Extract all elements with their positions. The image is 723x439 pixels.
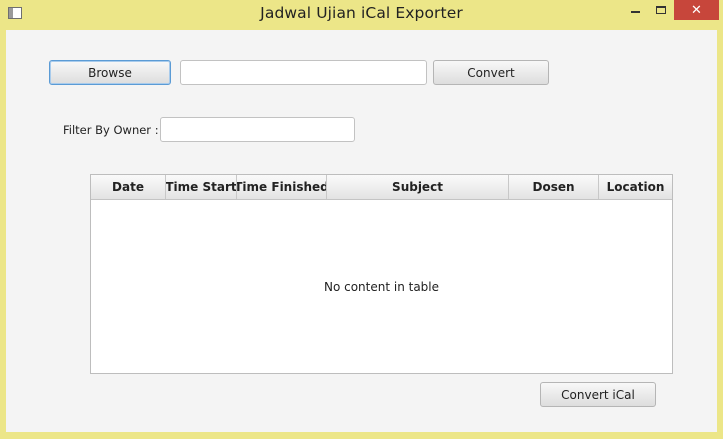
column-header-time-start[interactable]: Time Start — [166, 175, 237, 199]
column-header-date[interactable]: Date — [91, 175, 166, 199]
table-header: Date Time Start Time Finished Subject Do… — [91, 175, 672, 200]
column-header-subject[interactable]: Subject — [327, 175, 509, 199]
column-header-time-finished[interactable]: Time Finished — [237, 175, 327, 199]
filter-owner-label: Filter By Owner : — [63, 123, 159, 137]
maximize-icon — [656, 6, 666, 14]
file-path-input[interactable] — [180, 60, 427, 85]
maximize-button[interactable] — [648, 0, 674, 20]
convert-button[interactable]: Convert — [433, 60, 549, 85]
app-window: Jadwal Ujian iCal Exporter ✕ Browse Conv… — [0, 0, 723, 439]
minimize-button[interactable] — [622, 0, 648, 20]
column-header-location[interactable]: Location — [599, 175, 672, 199]
main-panel: Browse Convert Filter By Owner : Date Ti… — [6, 30, 717, 432]
browse-button[interactable]: Browse — [49, 60, 171, 85]
close-icon: ✕ — [691, 2, 702, 18]
filter-owner-input[interactable] — [160, 117, 355, 142]
convert-ical-button[interactable]: Convert iCal — [540, 382, 656, 407]
schedule-table[interactable]: Date Time Start Time Finished Subject Do… — [90, 174, 673, 374]
title-bar[interactable]: Jadwal Ujian iCal Exporter ✕ — [0, 0, 723, 29]
minimize-icon — [630, 11, 640, 13]
window-title: Jadwal Ujian iCal Exporter — [260, 4, 463, 22]
empty-table-placeholder: No content in table — [323, 279, 440, 294]
column-header-dosen[interactable]: Dosen — [509, 175, 599, 199]
close-button[interactable]: ✕ — [674, 0, 719, 20]
